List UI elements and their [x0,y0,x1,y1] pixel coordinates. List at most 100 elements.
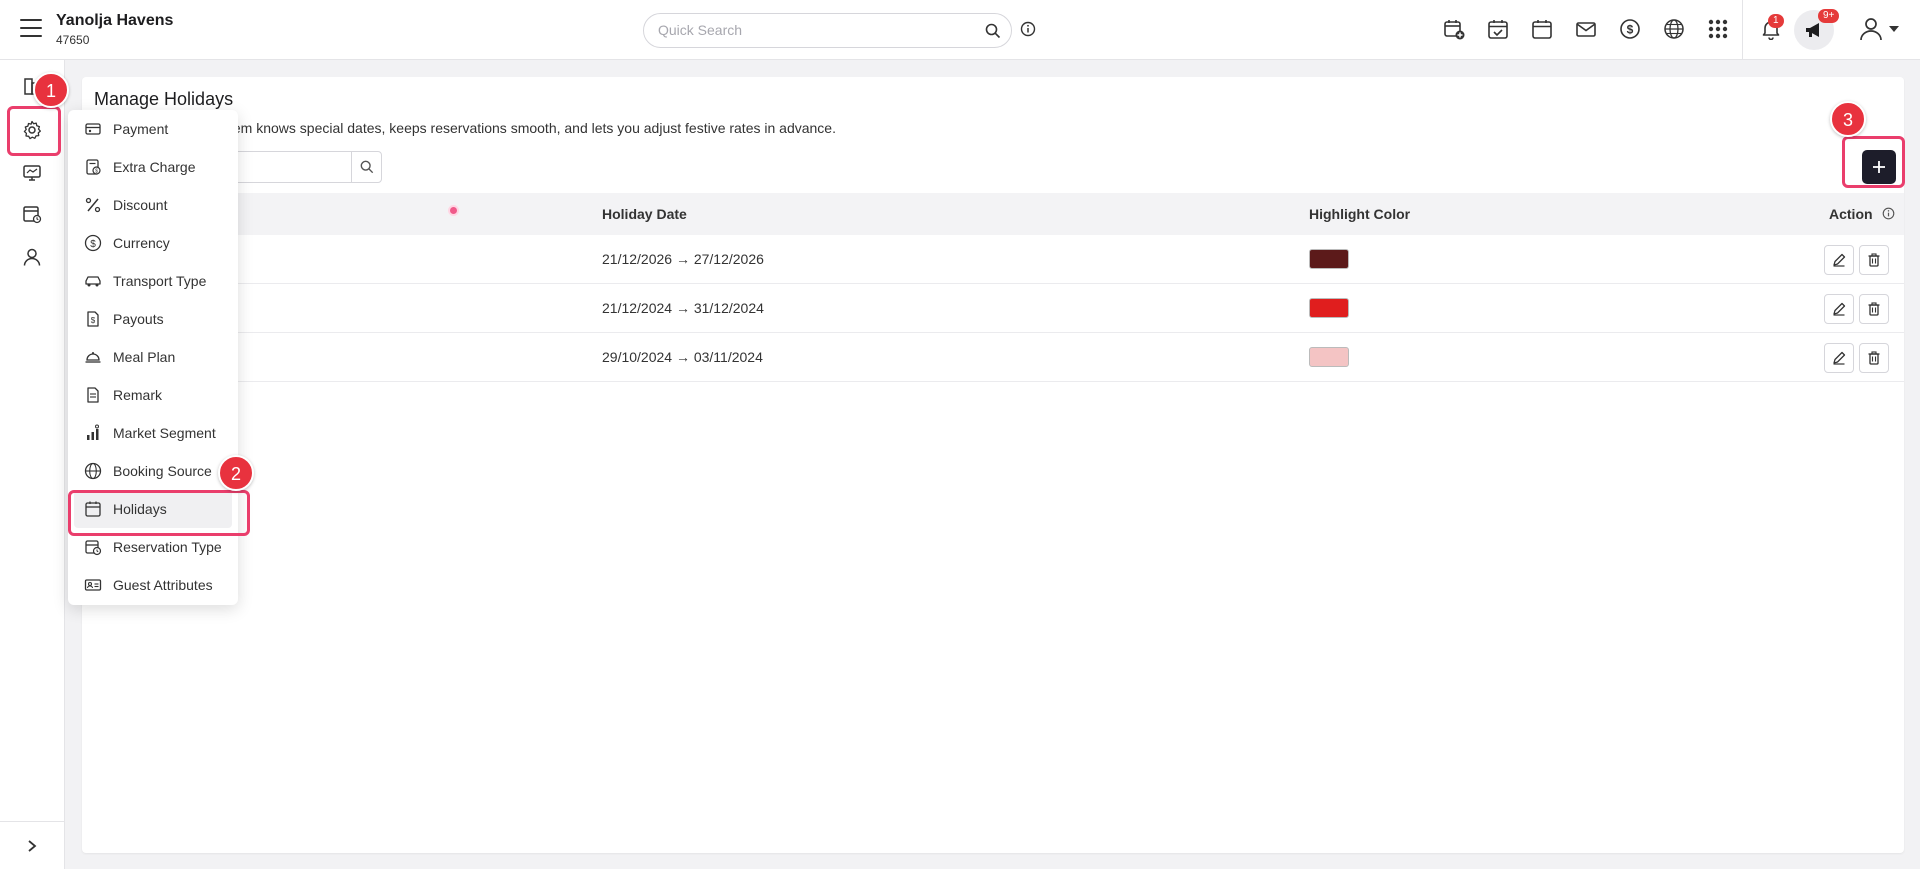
search-icon [360,160,374,174]
currency-icon: $ [84,234,102,252]
top-bar: Yanolja Havens 47650 $ 1 9+ [0,0,1920,60]
menu-item-label: Booking Source [113,463,212,479]
menu-item-label: Currency [113,235,170,251]
calendar-clock-icon[interactable] [22,204,42,224]
info-icon[interactable] [1020,21,1036,37]
pencil-icon [1833,302,1846,316]
car-icon [85,276,101,287]
table-row: 21/12/2026 → 27/12/2026 [82,235,1904,284]
calendar-check-icon[interactable] [1487,18,1509,40]
menu-item-meal-plan[interactable]: Meal Plan [68,338,238,376]
holiday-search-button[interactable] [351,152,381,182]
highlight-holidays [68,490,250,536]
extra-charge-icon: $ [86,159,101,175]
globe-icon [84,462,102,480]
svg-text:$: $ [91,316,96,325]
menu-item-label: Transport Type [113,273,207,289]
column-header-action: Action [1829,206,1873,222]
column-header-color[interactable]: Highlight Color [1309,206,1410,222]
pencil-icon [1833,351,1846,365]
column-header-date[interactable]: Holiday Date [602,206,687,222]
page-title: Manage Holidays [94,89,234,109]
svg-text:$: $ [95,169,98,175]
calendar-add-icon[interactable] [1443,18,1465,40]
payment-icon [85,123,101,135]
caret-down-icon [1889,26,1899,32]
hamburger-menu-icon[interactable] [20,19,42,39]
sidebar [0,60,65,869]
step-badge-3: 3 [1830,101,1866,137]
mail-icon[interactable] [1575,18,1597,40]
holiday-date: 29/10/2024 → 03/11/2024 [602,349,763,365]
edit-button[interactable] [1824,343,1854,373]
menu-item-label: Discount [113,197,168,213]
notification-badge: 1 [1768,14,1784,28]
menu-item-label: Reservation Type [113,539,222,555]
menu-item-label: Payment [113,121,169,137]
step-badge-1: 1 [33,72,69,108]
info-icon[interactable] [1882,207,1895,220]
table-row: 29/10/2024 → 03/11/2024 [82,333,1904,382]
payouts-icon: $ [87,311,99,327]
menu-item-extra-charge[interactable]: $ Extra Charge [68,148,238,186]
trash-icon [1868,351,1880,365]
page-description: ystem knows special dates, keeps reserva… [215,120,836,136]
cloche-icon [85,352,101,363]
pencil-icon [1833,253,1846,267]
menu-item-label: Guest Attributes [113,577,213,593]
search-icon[interactable] [985,23,1001,39]
menu-item-transport-type[interactable]: Transport Type [68,262,238,300]
highlight-settings [7,106,61,156]
menu-item-market-segment[interactable]: Market Segment [68,414,238,452]
menu-item-booking-source[interactable]: Booking Source [68,452,238,490]
menu-item-label: Remark [113,387,163,403]
menu-item-guest-attributes[interactable]: Guest Attributes [68,566,238,604]
delete-button[interactable] [1859,343,1889,373]
menu-item-label: Payouts [113,311,164,327]
menu-item-label: Extra Charge [113,159,196,175]
calendar-icon[interactable] [1531,18,1553,40]
property-id: 47650 [56,33,90,47]
globe-icon[interactable] [1663,18,1685,40]
header-divider [1742,0,1743,60]
user-icon [1860,18,1882,41]
user-icon[interactable] [22,247,42,267]
svg-text:$: $ [90,239,96,250]
step-badge-2: 2 [218,455,254,491]
menu-item-currency[interactable]: $ Currency [68,224,238,262]
chart-icon [87,424,99,440]
property-brand[interactable]: Yanolja Havens 47650 [56,12,173,47]
highlight-add-button [1842,136,1905,188]
property-name: Yanolja Havens [56,12,174,29]
cursor-dot [448,205,459,216]
document-icon [87,387,99,403]
holiday-date: 21/12/2024 → 31/12/2024 [602,300,764,316]
highlight-color-swatch [1309,347,1349,367]
menu-item-remark[interactable]: Remark [68,376,238,414]
menu-item-discount[interactable]: Discount [68,186,238,224]
monitor-icon[interactable] [22,163,42,183]
edit-button[interactable] [1824,294,1854,324]
menu-item-label: Meal Plan [113,349,176,365]
edit-button[interactable] [1824,245,1854,275]
id-card-icon [84,579,102,591]
announcement-badge: 9+ [1818,9,1840,23]
sidebar-expand-button[interactable] [0,821,65,869]
holiday-date: 21/12/2026 → 27/12/2026 [602,251,764,267]
calendar-clock-icon [85,540,102,556]
table-header: me Holiday Date Highlight Color Action [82,193,1904,235]
delete-button[interactable] [1859,245,1889,275]
quick-search [643,13,1012,48]
dollar-icon[interactable]: $ [1619,18,1641,40]
apps-grid-icon[interactable] [1707,18,1729,40]
quick-search-input[interactable] [658,22,978,38]
delete-button[interactable] [1859,294,1889,324]
highlight-color-swatch [1309,249,1349,269]
menu-item-payment[interactable]: Payment [68,110,238,148]
highlight-color-swatch [1309,298,1349,318]
chevron-right-icon [28,840,37,852]
svg-text:$: $ [1627,23,1634,37]
trash-icon [1868,253,1880,267]
menu-item-payouts[interactable]: $ Payouts [68,300,238,338]
user-menu[interactable] [1858,16,1899,45]
